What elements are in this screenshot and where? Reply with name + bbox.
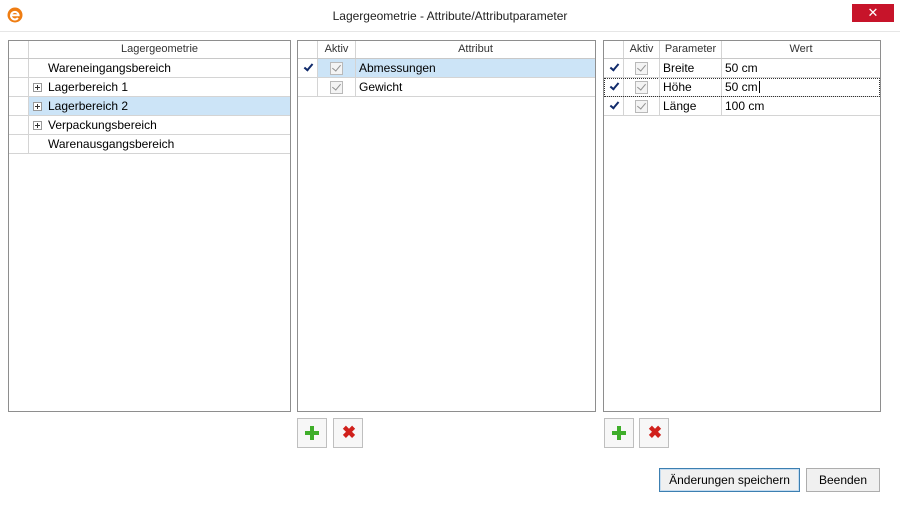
text-caret <box>758 81 760 93</box>
parameter-row[interactable]: Länge 100 cm <box>604 97 880 116</box>
parameter-value-text: 50 cm <box>725 80 758 94</box>
delete-icon: ✖ <box>341 423 357 442</box>
tree-item-warenausgangsbereich[interactable]: Warenausgangsbereich <box>9 135 290 154</box>
tree-header-label: Lagergeometrie <box>120 43 199 55</box>
active-checkbox[interactable] <box>329 62 343 75</box>
window-title: Lagergeometrie - Attribute/Attributparam… <box>332 9 568 23</box>
parameter-name[interactable]: Breite <box>660 59 722 77</box>
add-attribute-button[interactable] <box>297 418 327 448</box>
close-icon: ✕ <box>867 5 879 20</box>
save-changes-button[interactable]: Änderungen speichern <box>659 468 800 492</box>
tree-item-label: Wareneingangsbereich <box>48 61 171 75</box>
parameter-name[interactable]: Länge <box>660 97 722 115</box>
column-header-parameter[interactable]: Parameter <box>660 41 722 58</box>
parameter-name[interactable]: Höhe <box>660 78 722 96</box>
current-row-check-icon <box>610 63 618 72</box>
parameter-row[interactable]: Breite 50 cm <box>604 59 880 78</box>
add-parameter-button[interactable] <box>604 418 634 448</box>
parameter-row[interactable]: Höhe 50 cm <box>604 78 880 97</box>
delete-parameter-button[interactable]: ✖ <box>639 418 669 448</box>
parameter-grid-header: Aktiv Parameter Wert <box>604 41 880 59</box>
tree-item-label: Verpackungsbereich <box>48 118 157 132</box>
current-row-check-icon <box>610 101 618 110</box>
tree-item-lagerbereich-1[interactable]: Lagerbereich 1 <box>9 78 290 97</box>
close-window-button[interactable]: ✕ <box>852 4 894 22</box>
tree-item-lagerbereich-2[interactable]: Lagerbereich 2 <box>9 97 290 116</box>
expand-icon[interactable] <box>33 83 42 92</box>
tree-item-label: Lagerbereich 1 <box>48 80 129 94</box>
active-checkbox[interactable] <box>329 81 343 94</box>
attribute-row[interactable]: Abmessungen <box>298 59 595 78</box>
attribute-grid[interactable]: Aktiv Attribut Abmessungen Gewicht <box>297 40 596 412</box>
tree-item-label: Lagerbereich 2 <box>47 97 290 115</box>
active-checkbox[interactable] <box>634 62 648 75</box>
expand-icon[interactable] <box>33 102 42 111</box>
tree-item-label: Warenausgangsbereich <box>48 137 175 151</box>
attribute-name[interactable]: Gewicht <box>356 78 595 96</box>
close-button[interactable]: Beenden <box>806 468 880 492</box>
active-checkbox[interactable] <box>634 81 648 94</box>
delete-icon: ✖ <box>647 423 663 442</box>
tree-item-verpackungsbereich[interactable]: Verpackungsbereich <box>9 116 290 135</box>
tree-header-indicator <box>9 41 29 58</box>
column-header-attribut[interactable]: Attribut <box>356 41 595 58</box>
delete-attribute-button[interactable]: ✖ <box>333 418 363 448</box>
parameter-grid[interactable]: Aktiv Parameter Wert Breite 50 cm Höhe 5… <box>603 40 881 412</box>
row-indicator-header <box>298 41 318 58</box>
parameter-value[interactable]: 50 cm <box>722 59 880 77</box>
attribute-grid-header: Aktiv Attribut <box>298 41 595 59</box>
column-header-aktiv[interactable]: Aktiv <box>624 41 660 58</box>
lagergeometrie-tree[interactable]: Lagergeometrie Wareneingangsbereich Lage… <box>8 40 291 412</box>
tree-item-wareneingangsbereich[interactable]: Wareneingangsbereich <box>9 59 290 78</box>
expand-icon[interactable] <box>33 121 42 130</box>
current-row-check-icon <box>610 82 618 91</box>
column-header-aktiv[interactable]: Aktiv <box>318 41 356 58</box>
parameter-value[interactable]: 100 cm <box>722 97 880 115</box>
attribute-row[interactable]: Gewicht <box>298 78 595 97</box>
active-checkbox[interactable] <box>634 100 648 113</box>
tree-header: Lagergeometrie <box>9 41 290 59</box>
row-indicator-header <box>604 41 624 58</box>
parameter-value-editor[interactable]: 50 cm <box>722 78 880 96</box>
plus-icon <box>612 426 626 440</box>
plus-icon <box>305 426 319 440</box>
attribute-name[interactable]: Abmessungen <box>356 59 595 77</box>
current-row-check-icon <box>304 63 312 72</box>
title-bar: Lagergeometrie - Attribute/Attributparam… <box>0 0 900 32</box>
column-header-wert[interactable]: Wert <box>722 41 880 58</box>
